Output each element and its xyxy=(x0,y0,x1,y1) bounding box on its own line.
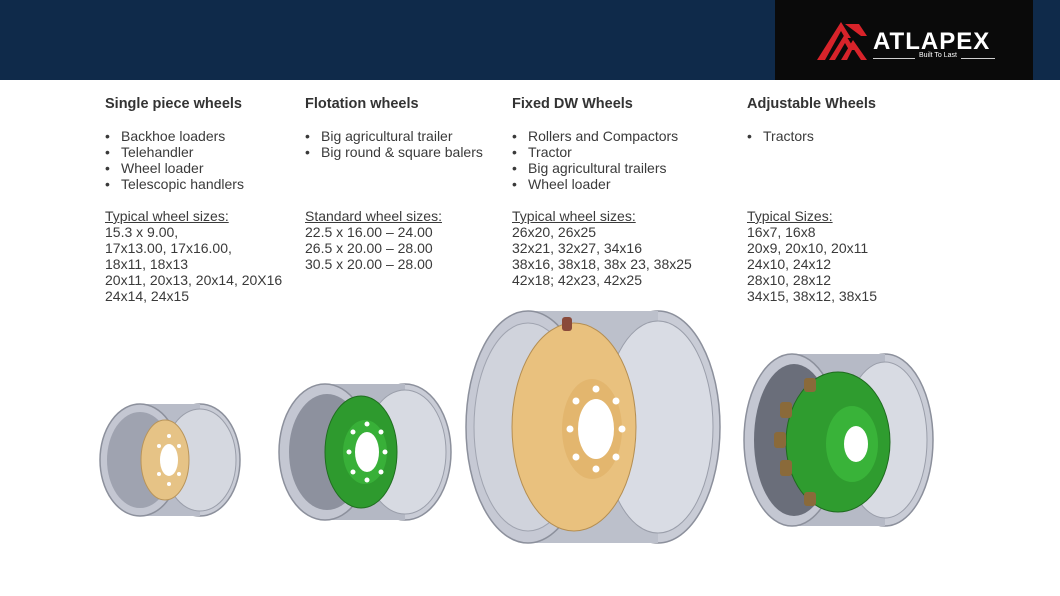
flotation-wheel-image xyxy=(278,383,452,521)
single-piece-wheel-image xyxy=(99,403,241,517)
column-flotation: Flotation wheels Big agricultural traile… xyxy=(305,96,510,272)
list-item: Big round & square balers xyxy=(305,144,510,160)
brand-tagline: Built To Last xyxy=(915,52,962,59)
list-item: Backhoe loaders xyxy=(105,128,300,144)
applications-list: Backhoe loaders Telehandler Wheel loader… xyxy=(105,128,300,192)
sizes-title: Standard wheel sizes: xyxy=(305,208,442,224)
list-item: Tractor xyxy=(512,144,742,160)
adjustable-wheel-image xyxy=(743,353,934,527)
column-title: Fixed DW Wheels xyxy=(512,96,633,112)
size-line: 32x21, 32x27, 34x16 xyxy=(512,240,642,256)
column-adjustable: Adjustable Wheels Tractors Typical Sizes… xyxy=(747,96,947,304)
size-line: 18x11, 18x13 xyxy=(105,256,189,272)
size-line: 20x9, 20x10, 20x11 xyxy=(747,240,869,256)
sizes-title: Typical wheel sizes: xyxy=(512,208,636,224)
size-line: 28x10, 28x12 xyxy=(747,272,832,288)
size-line: 15.3 x 9.00, xyxy=(105,224,179,240)
size-line: 17x13.00, 17x16.00, xyxy=(105,240,232,256)
size-line: 34x15, 38x12, 38x15 xyxy=(747,288,877,304)
list-item: Rollers and Compactors xyxy=(512,128,742,144)
list-item: Tractors xyxy=(747,128,947,144)
fixed-dw-wheel-image xyxy=(465,310,721,544)
column-title: Flotation wheels xyxy=(305,96,419,112)
column-single-piece: Single piece wheels Backhoe loaders Tele… xyxy=(105,96,300,304)
size-line: 16x7, 16x8 xyxy=(747,224,816,240)
sizes-title: Typical Sizes: xyxy=(747,208,833,224)
list-item: Wheel loader xyxy=(105,160,300,176)
list-item: Wheel loader xyxy=(512,176,742,192)
list-item: Big agricultural trailers xyxy=(512,160,742,176)
applications-list: Rollers and Compactors Tractor Big agric… xyxy=(512,128,742,192)
column-fixed-dw: Fixed DW Wheels Rollers and Compactors T… xyxy=(512,96,742,288)
size-line: 22.5 x 16.00 – 24.00 xyxy=(305,224,433,240)
size-line: 26x20, 26x25 xyxy=(512,224,597,240)
list-item: Telescopic handlers xyxy=(105,176,300,192)
size-line: 30.5 x 20.00 – 28.00 xyxy=(305,256,433,272)
size-line: 26.5 x 20.00 – 28.00 xyxy=(305,240,433,256)
sizes-title: Typical wheel sizes: xyxy=(105,208,229,224)
size-line: 20x11, 20x13, 20x14, 20X16 xyxy=(105,272,283,288)
size-line: 24x10, 24x12 xyxy=(747,256,832,272)
list-item: Big agricultural trailer xyxy=(305,128,510,144)
size-line: 42x18; 42x23, 42x25 xyxy=(512,272,642,288)
column-title: Adjustable Wheels xyxy=(747,96,876,112)
list-item: Telehandler xyxy=(105,144,300,160)
size-line: 24x14, 24x15 xyxy=(105,288,190,304)
applications-list: Tractors xyxy=(747,128,947,144)
atlapex-logo-icon xyxy=(817,22,867,60)
logo: ATLAPEX Built To Last xyxy=(775,0,1033,80)
column-title: Single piece wheels xyxy=(105,96,242,112)
size-line: 38x16, 38x18, 38x 23, 38x25 xyxy=(512,256,692,272)
applications-list: Big agricultural trailer Big round & squ… xyxy=(305,128,510,160)
